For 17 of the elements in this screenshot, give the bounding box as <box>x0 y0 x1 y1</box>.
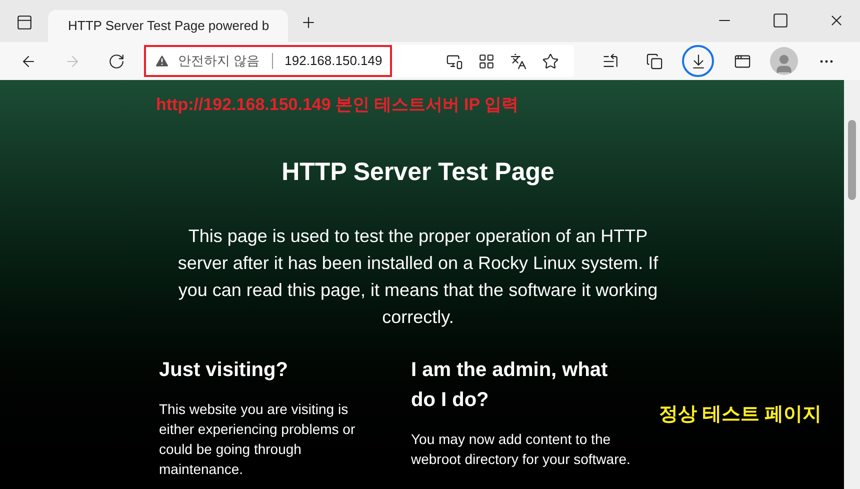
scrollbar[interactable] <box>844 80 860 489</box>
section-text: You may now add content to the webroot directory for your software. <box>411 430 632 469</box>
warning-icon <box>154 53 170 69</box>
section-heading: I am the admin, what do I do? <box>411 358 609 413</box>
browser-tab[interactable]: HTTP Server Test Page powered b <box>48 10 288 42</box>
intro-paragraph: This page is used to test the proper operation of an HTTP server after it has been installed on a Rocky Linux system. If you can read this page, it means that the software it working correctly. <box>176 225 660 329</box>
page-title: HTTP Server Test Page <box>282 156 554 188</box>
annotation-text: http://192.168.150.149 본인 테스트서버 IP 입력 <box>156 94 518 116</box>
security-label: 안전하지 않음 <box>178 52 260 70</box>
address-bar[interactable]: 안전하지 않음 192.168.150.149 <box>144 45 574 77</box>
annotation-text: 정상 테스트 페이지 <box>659 403 822 427</box>
section-text: This website you are visiting is either experiencing problems or could be going through maintenance. <box>159 400 356 479</box>
tab-title: HTTP Server Test Page powered b <box>68 17 270 36</box>
download-icon[interactable] <box>682 45 714 77</box>
section-heading: Just visiting? <box>159 358 289 383</box>
url-text: 192.168.150.149 <box>284 52 382 70</box>
avatar-icon[interactable] <box>770 47 798 75</box>
